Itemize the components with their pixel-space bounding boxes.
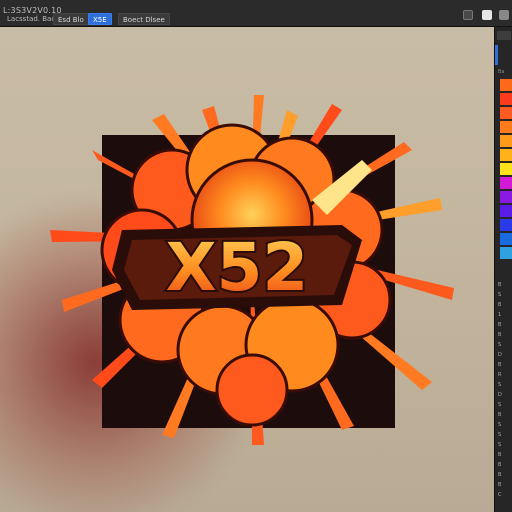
layer-row[interactable]: D bbox=[498, 392, 510, 398]
layer-row[interactable]: S bbox=[498, 432, 510, 438]
layer-row[interactable]: R bbox=[498, 372, 510, 378]
layer-row[interactable]: B bbox=[498, 412, 510, 418]
panel-scrollbar[interactable] bbox=[495, 45, 498, 65]
toolbar-item-edit[interactable]: Esd Blo bbox=[53, 13, 89, 25]
grid-icon[interactable] bbox=[499, 10, 509, 20]
toolbar-item-active[interactable]: X5E bbox=[88, 13, 112, 25]
color-swatch[interactable] bbox=[500, 233, 512, 245]
color-swatch[interactable] bbox=[500, 191, 512, 203]
layer-row[interactable]: B bbox=[498, 482, 510, 488]
logo-artwork[interactable]: X52 bbox=[42, 90, 462, 450]
panel-tab-label: Ba bbox=[498, 69, 505, 75]
top-toolbar: L:3S3V2V0.10 Lacsstad. Bacan Esd Blo X5E… bbox=[0, 0, 512, 27]
layer-row[interactable]: B bbox=[498, 462, 510, 468]
layer-row[interactable]: B bbox=[498, 452, 510, 458]
layer-row[interactable]: S bbox=[498, 382, 510, 388]
color-swatch[interactable] bbox=[500, 247, 512, 259]
layer-row[interactable]: 1 bbox=[498, 312, 510, 318]
layer-row[interactable]: S bbox=[498, 402, 510, 408]
layer-row[interactable]: B bbox=[498, 302, 510, 308]
image-icon[interactable] bbox=[482, 10, 492, 20]
color-swatch[interactable] bbox=[500, 135, 512, 147]
color-swatch[interactable] bbox=[500, 149, 512, 161]
layer-row[interactable]: S bbox=[498, 292, 510, 298]
right-panel: Ba BSB1BBSDBRSDSBSSSBBBBC bbox=[494, 27, 512, 512]
color-swatch[interactable] bbox=[500, 163, 512, 175]
layer-row[interactable]: B bbox=[498, 362, 510, 368]
layer-row[interactable]: C bbox=[498, 492, 510, 498]
layer-row[interactable]: S bbox=[498, 422, 510, 428]
color-swatch[interactable] bbox=[500, 121, 512, 133]
layer-row[interactable]: S bbox=[498, 342, 510, 348]
panel-tab[interactable] bbox=[497, 31, 511, 40]
color-swatch[interactable] bbox=[500, 219, 512, 231]
layer-row[interactable]: B bbox=[498, 322, 510, 328]
toolbar-item-select[interactable]: Boect Dlsee bbox=[118, 13, 170, 25]
layer-row[interactable]: B bbox=[498, 282, 510, 288]
color-swatch[interactable] bbox=[500, 177, 512, 189]
color-swatch[interactable] bbox=[500, 93, 512, 105]
color-swatch[interactable] bbox=[500, 79, 512, 91]
layer-row[interactable]: S bbox=[498, 442, 510, 448]
logo-text: X52 bbox=[166, 229, 309, 306]
color-swatch[interactable] bbox=[500, 107, 512, 119]
color-swatch[interactable] bbox=[500, 205, 512, 217]
layer-row[interactable]: B bbox=[498, 472, 510, 478]
layer-row[interactable]: B bbox=[498, 332, 510, 338]
layer-row[interactable]: D bbox=[498, 352, 510, 358]
frame-icon[interactable] bbox=[463, 10, 473, 20]
